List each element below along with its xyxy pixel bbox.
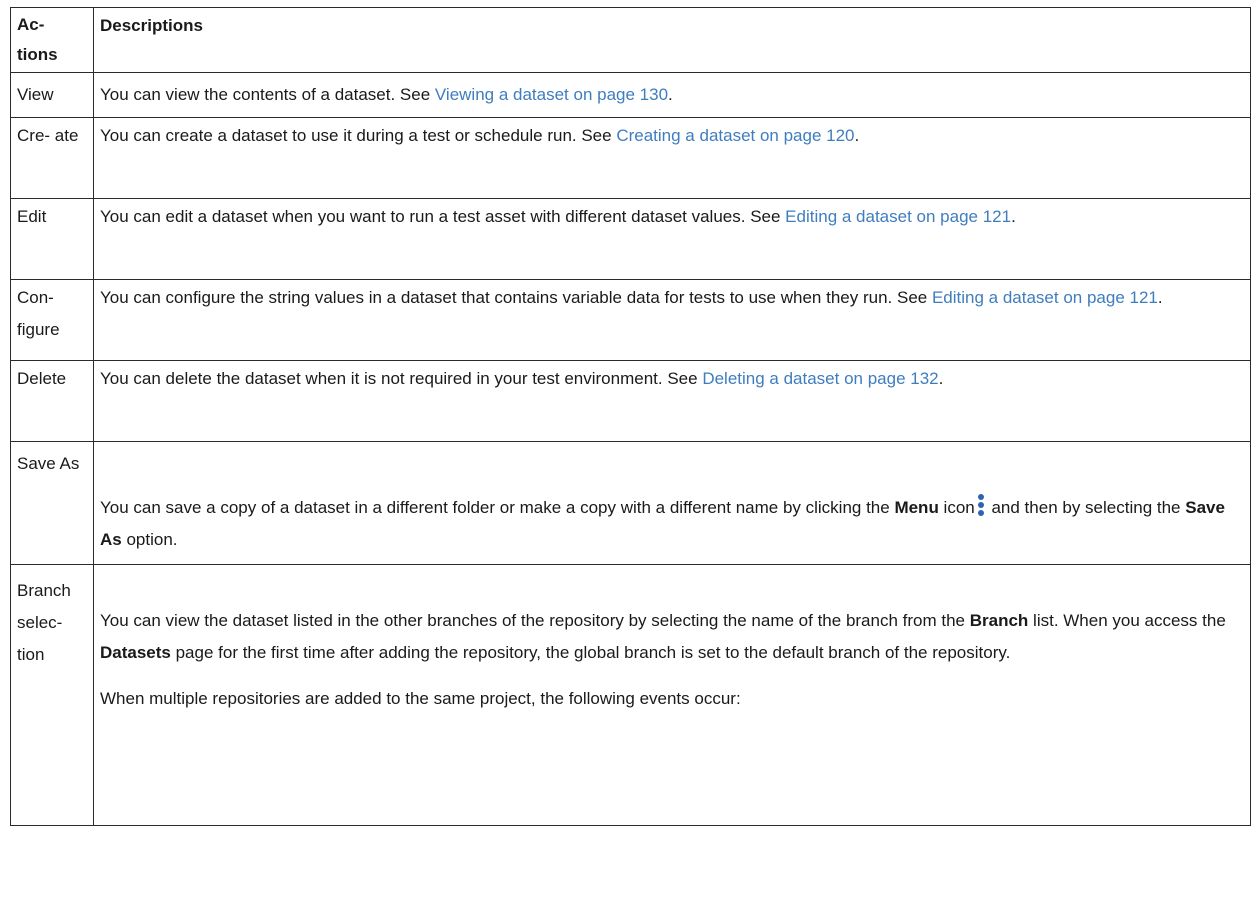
- bold-menu-label: Menu: [894, 498, 939, 517]
- header-descriptions: Descriptions: [93, 7, 1251, 73]
- action-cell-delete: Delete: [10, 360, 94, 442]
- link-editing-a-dataset[interactable]: Editing a dataset on page 121: [785, 207, 1011, 226]
- action-cell-configure: Con- figure: [10, 279, 94, 361]
- table-row-create: Cre- ate You can create a dataset to use…: [10, 117, 1251, 199]
- description-cell-configure: You can configure the string values in a…: [93, 279, 1251, 361]
- actions-table: Ac- tions Descriptions View You can view…: [10, 7, 1251, 826]
- description-text: .: [1011, 207, 1016, 226]
- description-text: page for the first time after adding the…: [170, 643, 1011, 662]
- link-deleting-a-dataset[interactable]: Deleting a dataset on page 132: [702, 369, 938, 388]
- description-text: and then by selecting the: [986, 498, 1186, 517]
- description-text: icon: [938, 498, 975, 517]
- vertical-ellipsis-menu-icon: [976, 494, 986, 516]
- description-cell-save-as: You can save a copy of a dataset in a di…: [93, 441, 1251, 565]
- table-row-edit: Edit You can edit a dataset when you wan…: [10, 198, 1251, 280]
- table-row-view: View You can view the contents of a data…: [10, 72, 1251, 118]
- description-text: .: [854, 126, 860, 145]
- link-viewing-a-dataset[interactable]: Viewing a dataset on page 130: [435, 85, 668, 104]
- branch-paragraph-1: You can view the dataset listed in the o…: [100, 605, 1245, 669]
- link-editing-a-dataset-configure[interactable]: Editing a dataset on page 121: [932, 288, 1158, 307]
- description-cell-edit: You can edit a dataset when you want to …: [93, 198, 1251, 280]
- branch-paragraph-2: When multiple repositories are added to …: [100, 689, 741, 708]
- table-row-save-as: Save As You can save a copy of a dataset…: [10, 441, 1251, 565]
- description-text: You can save a copy of a dataset in a di…: [100, 498, 895, 517]
- table-row-delete: Delete You can delete the dataset when i…: [10, 360, 1251, 442]
- description-text: list. When you access the: [1028, 611, 1226, 630]
- link-creating-a-dataset[interactable]: Creating a dataset on page 120: [616, 126, 854, 145]
- description-text: You can view the dataset listed in the o…: [100, 611, 970, 630]
- description-text: .: [668, 85, 673, 104]
- header-actions: Ac- tions: [10, 7, 94, 73]
- description-text: You can view the contents of a dataset. …: [100, 85, 435, 104]
- description-cell-branch-selection: You can view the dataset listed in the o…: [93, 564, 1251, 826]
- action-cell-create: Cre- ate: [10, 117, 94, 199]
- description-text: You can delete the dataset when it is no…: [100, 369, 703, 388]
- table-row-branch-selection: Branch selec- tion You can view the data…: [10, 564, 1251, 826]
- description-text: You can create a dataset to use it durin…: [100, 126, 617, 145]
- action-cell-branch-selection: Branch selec- tion: [10, 564, 94, 826]
- description-cell-delete: You can delete the dataset when it is no…: [93, 360, 1251, 442]
- table-row-configure: Con- figure You can configure the string…: [10, 279, 1251, 361]
- description-text: option.: [121, 530, 178, 549]
- bold-branch-label: Branch: [969, 611, 1029, 630]
- description-cell-view: You can view the contents of a dataset. …: [93, 72, 1251, 118]
- action-cell-save-as: Save As: [10, 441, 94, 565]
- bold-datasets-label: Datasets: [100, 643, 171, 662]
- action-cell-edit: Edit: [10, 198, 94, 280]
- action-cell-view: View: [10, 72, 94, 118]
- table-header-row: Ac- tions Descriptions: [10, 7, 1251, 73]
- description-text: You can edit a dataset when you want to …: [100, 207, 786, 226]
- description-cell-create: You can create a dataset to use it durin…: [93, 117, 1251, 199]
- description-text: .: [938, 369, 944, 388]
- description-text: You can configure the string values in a…: [100, 288, 932, 307]
- description-text: .: [1157, 288, 1163, 307]
